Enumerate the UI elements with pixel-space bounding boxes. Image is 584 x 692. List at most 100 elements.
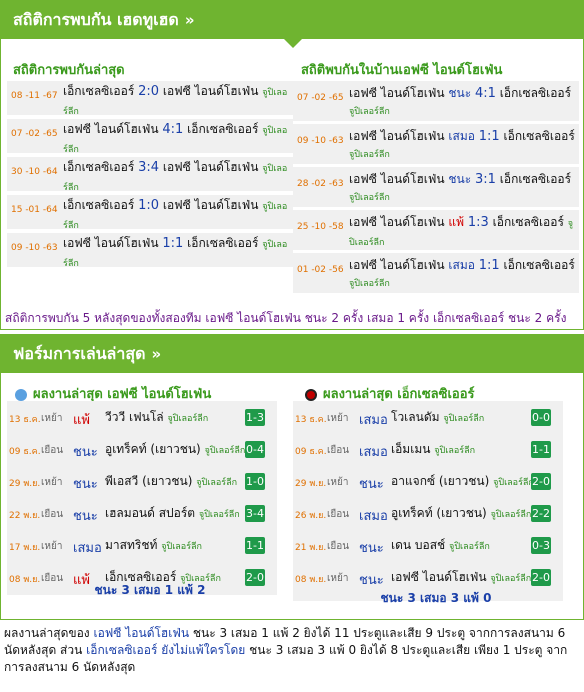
opponent: อูเทร็คท์ (เยาวชน) จูปิเลอร์ลีก <box>105 441 255 459</box>
match-date: 09 -10 -63 <box>297 136 344 146</box>
match-score: 1:1 <box>162 236 184 251</box>
h2h-home-match-row[interactable]: 09 -10 -63 เอฟซี ไอนด์โฮเฟ่น เสมอ 1:1 เอ็… <box>293 124 579 164</box>
home-away-label: เหย้า <box>327 413 349 424</box>
home-team: เอฟซี ไอนด์โฮเฟ่น <box>63 122 159 136</box>
away-team: เอ็กเซลซิเออร์ <box>503 258 575 272</box>
home-team: เอฟซี ไอนด์โฮเฟ่น <box>349 172 445 186</box>
away-team: เอฟซี ไอนด์โฮเฟ่น <box>162 160 259 174</box>
opponent: พีเอสวี (เยาวชน) จูปิเลอร์ลีก <box>105 473 255 491</box>
form-match-row[interactable]: 21 พ.ย. เยือน ชนะ เดน บอสช์ จูปิเลอร์ลีก 0-3 <box>293 529 563 563</box>
footer-team-1[interactable]: เอฟซี ไอนด์โฮเฟ่น <box>93 626 189 640</box>
score-badge: 0-4 <box>245 441 265 458</box>
home-team: เอฟซี ไอนด์โฮเฟ่น <box>349 86 445 100</box>
match-text: เอฟซี ไอนด์โฮเฟ่น เสมอ 1:1 เอ็กเซลซิเออร… <box>349 128 577 164</box>
away-team: เอ็กเซลซิเออร์ <box>499 172 572 186</box>
h2h-home-match-row[interactable]: 28 -02 -63 เอฟซี ไอนด์โฮเฟ่น ชนะ 3:1 เอ็ก… <box>293 167 579 207</box>
h2h-summary: สถิติการพบกัน 5 หลังสุดของทั้งสองทีม เอฟ… <box>5 311 567 325</box>
league-label: จูปิเลอร์ลีก <box>196 478 238 488</box>
footer-team-2[interactable]: เอ็กเซลซิเออร์ ยังไม่แพ้ใครโดย <box>86 643 245 657</box>
match-result: ชนะ <box>448 172 472 186</box>
opponent-name: มาสทริชท์ <box>105 538 158 552</box>
score-badge: 2-0 <box>531 473 551 490</box>
match-result: ชนะ <box>73 509 98 524</box>
h2h-home-match-row[interactable]: 25 -10 -58 เอฟซี ไอนด์โฮเฟ่น แพ้ 1:3 เอ็ก… <box>293 210 579 250</box>
opponent-name: เดน บอสช์ <box>391 538 446 552</box>
home-team: เอ็กเซลซิเออร์ <box>63 198 135 212</box>
opponent-name: อูเทร็คท์ (เยาวชน) <box>391 506 487 520</box>
match-result: เสมอ <box>359 445 388 460</box>
match-date: 09 ธ.ค. <box>9 447 41 457</box>
h2h-home-match-row[interactable]: 07 -02 -65 เอฟซี ไอนด์โฮเฟ่น ชนะ 4:1 เอ็ก… <box>293 81 579 121</box>
form-header-title: ฟอร์มการเล่นล่าสุด <box>13 344 146 363</box>
opponent: เฮลมอนด์ สปอร์ต จูปิเลอร์ลีก <box>105 505 255 523</box>
opponent: เดน บอสช์ จูปิเลอร์ลีก <box>391 537 541 555</box>
home-away-label: เยือน <box>41 445 64 456</box>
match-score: 2:0 <box>138 84 160 99</box>
score-badge: 1-1 <box>245 537 265 554</box>
opponent-name: เอ็มเมน <box>391 442 431 456</box>
home-away-label: เยือน <box>327 541 350 552</box>
form-match-row[interactable]: 22 พ.ย. เยือน ชนะ เฮลมอนด์ สปอร์ต จูปิเลอร์… <box>7 497 277 531</box>
form-summary-paragraph: ผลงานล่าสุดของ เอฟซี ไอนด์โฮเฟ่น ชนะ 3 เ… <box>4 625 580 676</box>
form-header: ฟอร์มการเล่นล่าสุด » <box>1 335 583 373</box>
match-date: 08 -11 -67 <box>11 91 58 101</box>
h2h-match-row[interactable]: 15 -01 -64 เอ็กเซลซิเออร์ 1:0 เอฟซี ไอนด์… <box>7 195 293 231</box>
match-score: 4:1 <box>475 86 496 101</box>
form-match-row[interactable]: 09 ธ.ค. เยือน เสมอ เอ็มเมน จูปิเลอร์ลีก 1-1 <box>293 433 563 467</box>
home-team: เอ็กเซลซิเออร์ <box>63 160 135 174</box>
match-date: 21 พ.ย. <box>295 543 327 553</box>
match-text: เอฟซี ไอนด์โฮเฟ่น ชนะ 3:1 เอ็กเซลซิเออร์… <box>349 171 577 207</box>
score-badge: 2-2 <box>531 505 551 522</box>
form-left-title-text: ผลงานล่าสุด เอฟซี ไอนด์โฮเฟ่น <box>33 387 212 402</box>
form-match-row[interactable]: 13 ธ.ค. เหย้า เสมอ โวเลนดัม จูปิเลอร์ลีก 0-0 <box>293 401 563 435</box>
match-date: 22 พ.ย. <box>9 511 41 521</box>
form-match-row[interactable]: 29 พ.ย. เหย้า ชนะ พีเอสวี (เยาวชน) จูปิเลอร… <box>7 465 277 499</box>
league-label: จูปิเลอร์ลีก <box>490 510 532 520</box>
match-date: 07 -02 -65 <box>297 93 344 103</box>
match-date: 13 ธ.ค. <box>9 415 41 425</box>
opponent: เอฟซี ไอนด์โฮเฟ่น จูปิเลอร์ลีก <box>391 569 541 587</box>
form-match-row[interactable]: 09 ธ.ค. เยือน ชนะ อูเทร็คท์ (เยาวชน) จูปิเล… <box>7 433 277 467</box>
match-date: 28 -02 -63 <box>297 179 344 189</box>
form-match-row[interactable]: 17 พ.ย. เหย้า เสมอ มาสทริชท์ จูปิเลอร์ลีก 1-… <box>7 529 277 563</box>
match-result: แพ้ <box>73 413 90 428</box>
league-label: จูปิเลอร์ลีก <box>490 574 532 584</box>
league-label: จูปิเลอร์ลีก <box>349 150 390 160</box>
h2h-home-match-row[interactable]: 01 -02 -56 เอฟซี ไอนด์โฮเฟ่น เสมอ 1:1 เอ็… <box>293 253 579 293</box>
match-result: เสมอ <box>359 509 388 524</box>
match-date: 01 -02 -56 <box>297 265 344 275</box>
match-score: 3:1 <box>475 172 496 187</box>
opponent: อาแจกซ์ (เยาวชน) จูปิเลอร์ลีก <box>391 473 541 491</box>
opponent: มาสทริชท์ จูปิเลอร์ลีก <box>105 537 255 555</box>
league-label: จูปิเลอร์ลีก <box>349 279 390 289</box>
match-date: 09 -10 -63 <box>11 243 58 253</box>
excelsior-logo-icon <box>305 388 317 401</box>
score-badge: 1-0 <box>245 473 265 490</box>
match-text: เอ็กเซลซิเออร์ 1:0 เอฟซี ไอนด์โฮเฟ่น จูป… <box>63 197 291 235</box>
match-date: 15 -01 -64 <box>11 205 58 215</box>
match-score: 1:1 <box>478 258 500 273</box>
away-team: เอ็กเซลซิเออร์ <box>187 236 259 250</box>
league-label: จูปิเลอร์ลีก <box>449 542 490 552</box>
match-date: 13 ธ.ค. <box>295 415 327 425</box>
form-match-row[interactable]: 29 พ.ย. เหย้า ชนะ อาแจกซ์ (เยาวชน) จูปิเลอร… <box>293 465 563 499</box>
h2h-match-row[interactable]: 09 -10 -63 เอฟซี ไอนด์โฮเฟ่น 1:1 เอ็กเซลซ… <box>7 233 293 269</box>
match-score: 3:4 <box>138 160 160 175</box>
home-away-label: เหย้า <box>41 541 63 552</box>
eindhoven-logo-icon <box>15 388 27 401</box>
match-date: 29 พ.ย. <box>9 479 41 489</box>
home-team: เอฟซี ไอนด์โฮเฟ่น <box>349 129 445 143</box>
home-team: เอ็กเซลซิเออร์ <box>63 84 135 98</box>
h2h-match-row[interactable]: 30 -10 -64 เอ็กเซลซิเออร์ 3:4 เอฟซี ไอนด์… <box>7 157 293 193</box>
score-badge: 1-1 <box>531 441 551 458</box>
league-label: จูปิเลอร์ลีก <box>161 542 202 552</box>
opponent-name: พีเอสวี (เยาวชน) <box>105 474 193 488</box>
form-match-row[interactable]: 13 ธ.ค. เหย้า แพ้ วีววี เฟนโล่ จูปิเลอร์ลีก… <box>7 401 277 435</box>
h2h-match-row[interactable]: 07 -02 -65 เอฟซี ไอนด์โฮเฟ่น 4:1 เอ็กเซลซ… <box>7 119 293 155</box>
h2h-section: สถิติการพบกัน เฮดทูเฮด » สถิติการพบกันล่า… <box>0 0 584 330</box>
match-text: เอฟซี ไอนด์โฮเฟ่น เสมอ 1:1 เอ็กเซลซิเออร… <box>349 257 577 293</box>
h2h-match-row[interactable]: 08 -11 -67 เอ็กเซลซิเออร์ 2:0 เอฟซี ไอนด์… <box>7 81 293 117</box>
match-date: 07 -02 -65 <box>11 129 58 139</box>
home-away-label: เหย้า <box>327 477 349 488</box>
form-match-row[interactable]: 26 พ.ย. เยือน เสมอ อูเทร็คท์ (เยาวชน) จูปิเ… <box>293 497 563 531</box>
